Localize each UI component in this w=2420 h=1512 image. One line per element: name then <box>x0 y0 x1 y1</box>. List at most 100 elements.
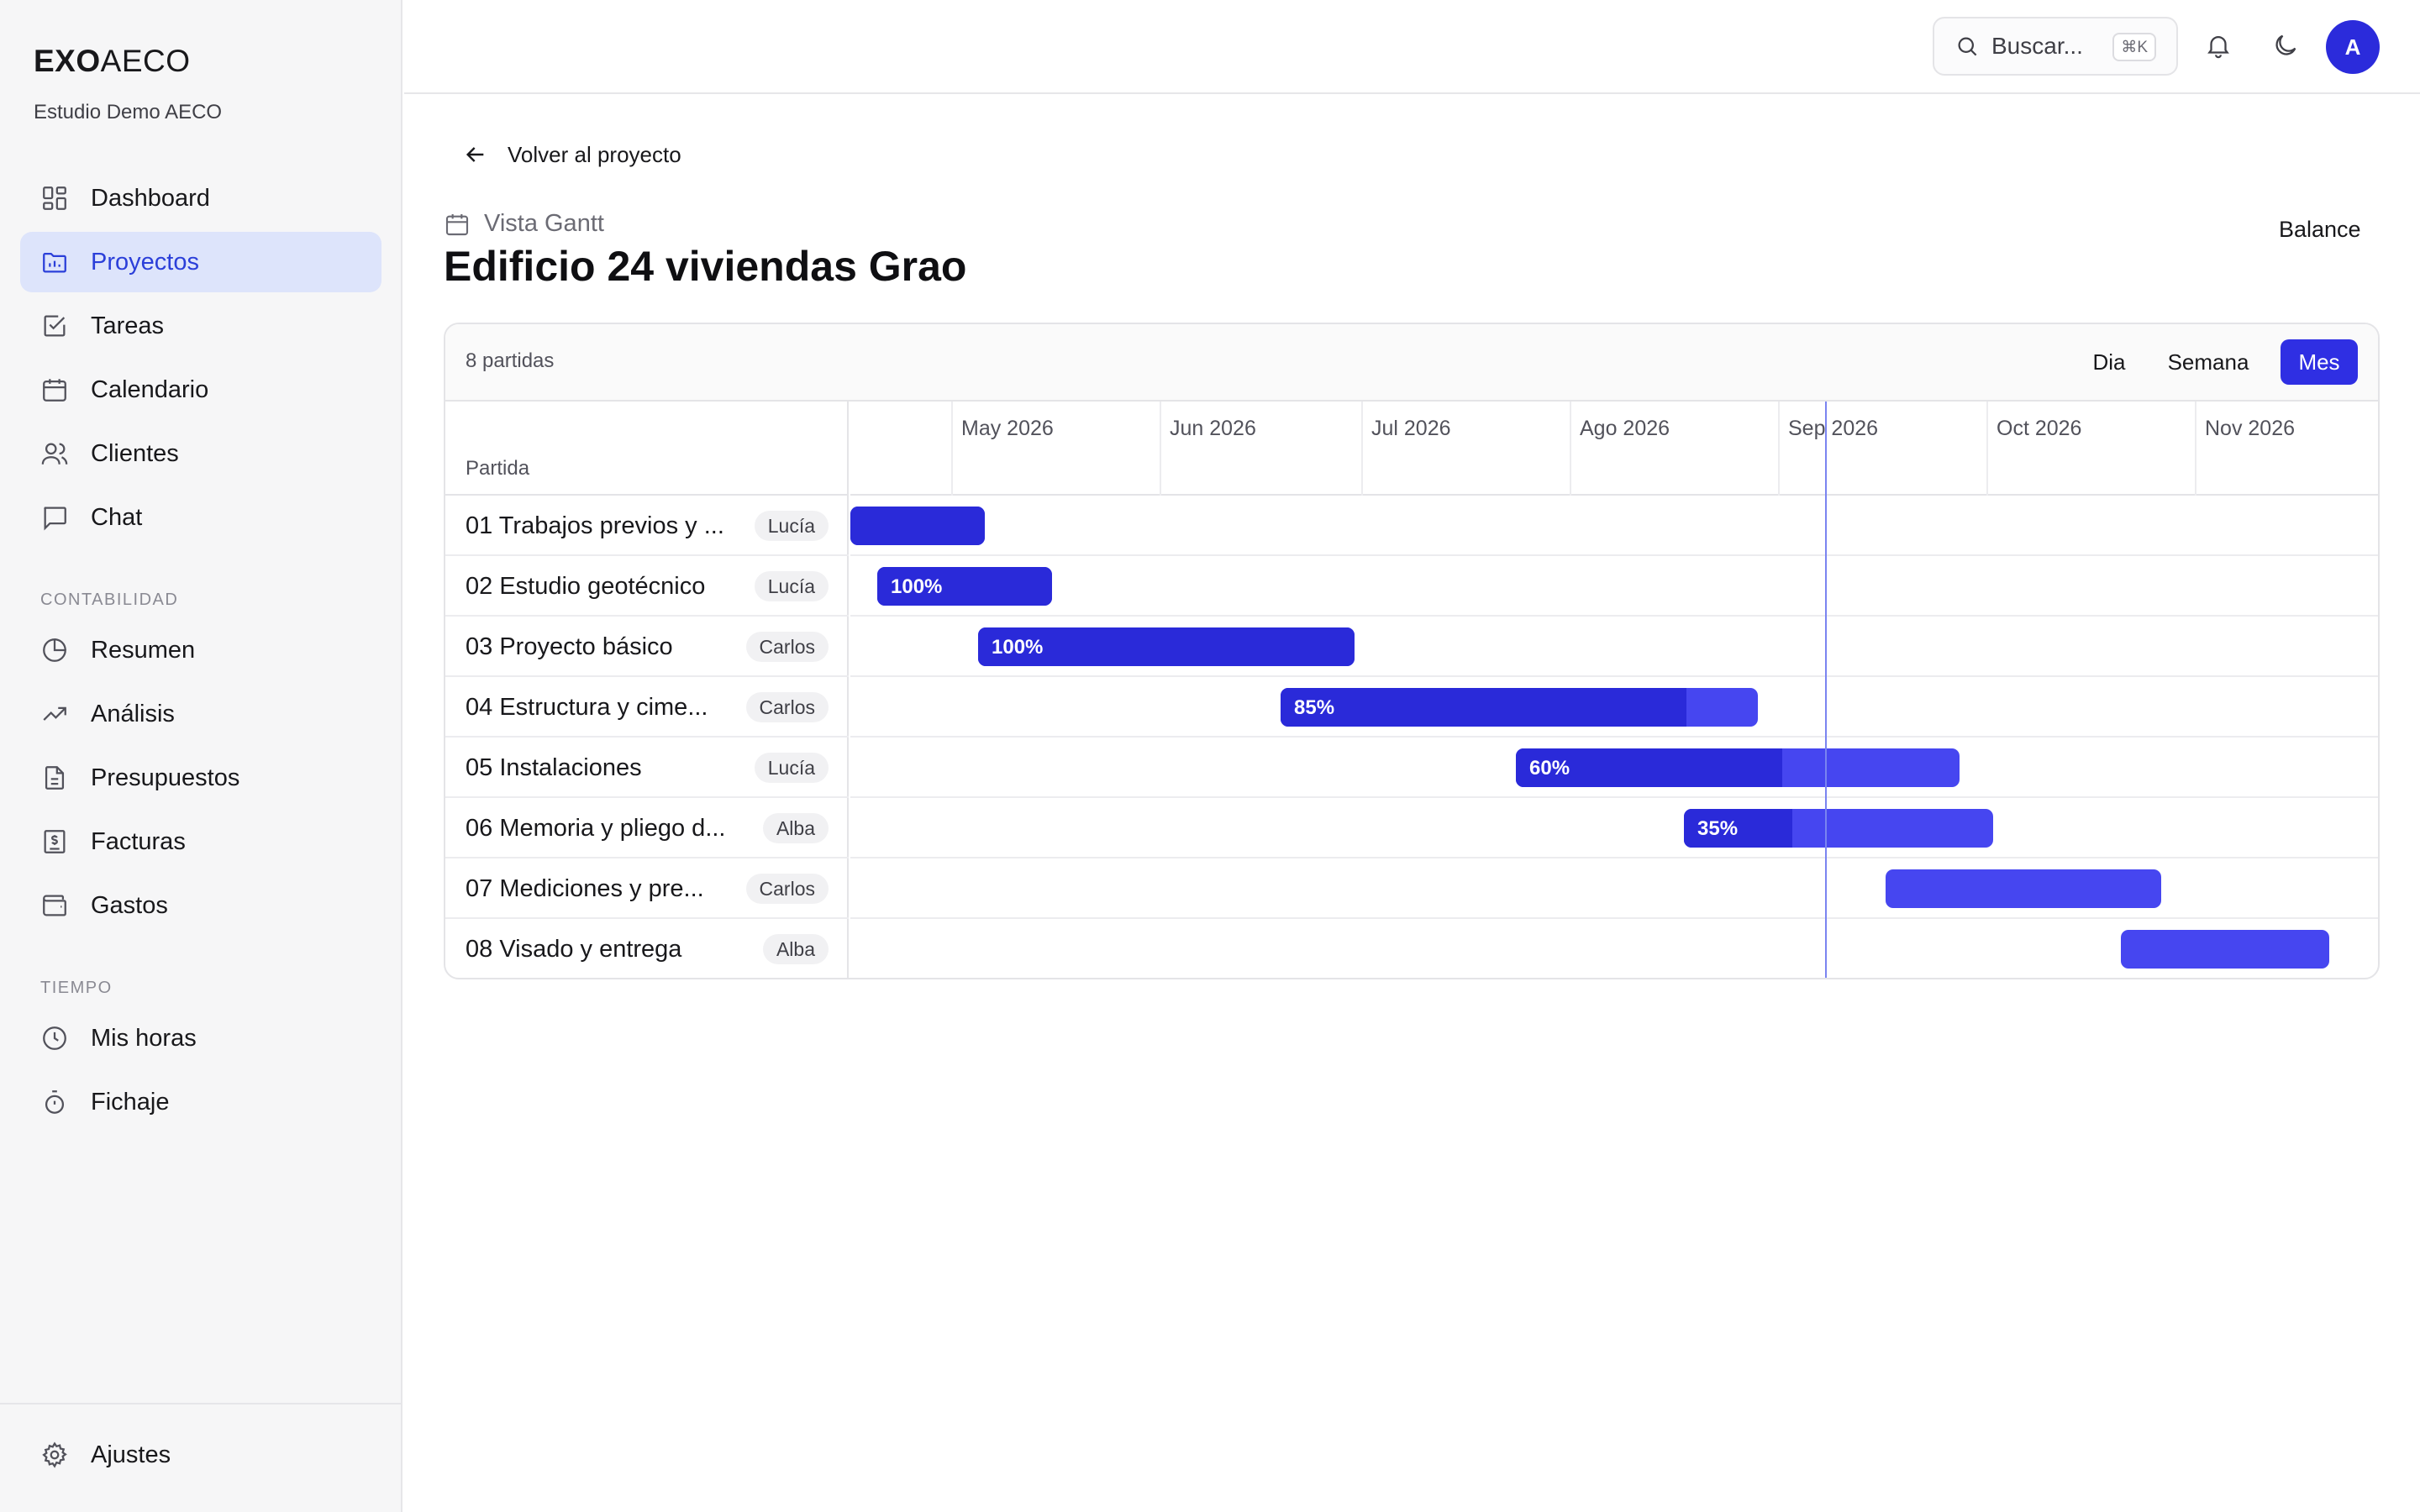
back-label: Volver al proyecto <box>508 141 681 167</box>
folder-chart-icon <box>40 248 69 276</box>
gantt-bar[interactable]: 85% <box>1281 688 1758 727</box>
timeline-row: 60% <box>850 738 2378 798</box>
month-column-jun-2026: Jun 2026 <box>1160 402 1361 496</box>
gantt-bar[interactable]: 100% <box>978 627 1355 666</box>
sidebar-item-chat[interactable]: Chat <box>20 487 381 548</box>
sidebar-item-proyectos[interactable]: Proyectos <box>20 232 381 292</box>
sidebar-item-tareas[interactable]: Tareas <box>20 296 381 356</box>
users-icon <box>40 439 69 468</box>
assignee-badge: Carlos <box>745 632 829 662</box>
sidebar-item-label: Clientes <box>91 439 179 467</box>
dashboard-icon <box>40 184 69 213</box>
partida-row[interactable]: 06 Memoria y pliego d... Alba <box>445 798 849 858</box>
sidebar-item-calendario[interactable]: Calendario <box>20 360 381 420</box>
gantt-bar[interactable] <box>850 507 985 545</box>
timeline-row: 35% <box>850 798 2378 858</box>
partida-name: 07 Mediciones y pre... <box>466 875 704 902</box>
timeline-row: 100% <box>850 556 2378 617</box>
theme-toggle-button[interactable] <box>2269 29 2302 62</box>
timeline-row: 100% <box>850 617 2378 677</box>
partida-name: 04 Estructura y cime... <box>466 694 708 721</box>
calendar-icon <box>445 213 469 235</box>
partida-name: 01 Trabajos previos y ... <box>466 512 724 539</box>
partida-row[interactable]: 07 Mediciones y pre... Carlos <box>445 858 849 919</box>
timeline-row: 85% <box>850 677 2378 738</box>
sidebar-item-mis-horas[interactable]: Mis horas <box>20 1008 381 1068</box>
sidebar-item-label: Resumen <box>91 636 196 664</box>
sidebar-item-gastos[interactable]: Gastos <box>20 875 381 936</box>
partida-row[interactable]: 08 Visado y entrega Alba <box>445 919 849 978</box>
timeline-row <box>850 919 2378 978</box>
view-dia-button[interactable]: Dia <box>2082 339 2136 385</box>
view-semana-button[interactable]: Semana <box>2158 339 2259 385</box>
sidebar-item-fichaje[interactable]: Fichaje <box>20 1072 381 1132</box>
month-label: Jun 2026 <box>1170 417 1256 440</box>
sidebar-item-ajustes[interactable]: Ajustes <box>20 1425 381 1485</box>
today-marker <box>1825 402 1827 978</box>
sidebar-item-label: Calendario <box>91 375 209 403</box>
section-label-contabilidad: CONTABILIDAD <box>40 591 179 609</box>
assignee-badge: Lucía <box>754 511 829 541</box>
bell-icon <box>2207 36 2229 59</box>
sidebar-item-dashboard[interactable]: Dashboard <box>20 168 381 228</box>
partida-row[interactable]: 03 Proyecto básico Carlos <box>445 617 849 677</box>
partida-row[interactable]: 04 Estructura y cime... Carlos <box>445 677 849 738</box>
gantt-bar-percent: 60% <box>1529 757 1570 780</box>
partida-row[interactable]: 05 Instalaciones Lucía <box>445 738 849 798</box>
sidebar-item-resumen[interactable]: Resumen <box>20 620 381 680</box>
month-column-sep-2026: Sep 2026 <box>1778 402 1986 496</box>
partida-row[interactable]: 01 Trabajos previos y ... Lucía <box>445 496 849 556</box>
sidebar-item-analisis[interactable]: Análisis <box>20 684 381 744</box>
assignee-badge: Lucía <box>754 753 829 783</box>
month-column-oct-2026: Oct 2026 <box>1986 402 2195 496</box>
section-label-tiempo: TIEMPO <box>40 979 113 997</box>
user-avatar[interactable]: A <box>2326 20 2380 74</box>
month-header: May 2026 Jun 2026 Jul 2026 Ago 2026 Sep 2026… <box>850 402 2378 496</box>
view-mes-button[interactable]: Mes <box>2281 339 2358 385</box>
sidebar-item-label: Análisis <box>91 700 175 727</box>
month-label: Ago 2026 <box>1580 417 1670 440</box>
gear-icon <box>40 1441 69 1469</box>
checkbox-icon <box>40 312 69 340</box>
month-label: Nov 2026 <box>2205 417 2296 440</box>
sidebar-item-label: Ajustes <box>91 1441 171 1468</box>
gantt-bar-progress <box>850 507 985 545</box>
sidebar-item-presupuestos[interactable]: Presupuestos <box>20 748 381 808</box>
month-column-nov-2026: Nov 2026 <box>2195 402 2378 496</box>
arrow-left-icon <box>466 147 484 162</box>
search-placeholder: Buscar... <box>1991 33 2083 59</box>
assignee-badge: Alba <box>762 934 829 964</box>
partidas-column: Partida 01 Trabajos previos y ... Lucía 02… <box>445 402 849 978</box>
month-column-jul-2026: Jul 2026 <box>1361 402 1570 496</box>
column-header-label: Partida <box>466 457 530 480</box>
sidebar-item-facturas[interactable]: Facturas <box>20 811 381 872</box>
assignee-badge: Carlos <box>745 874 829 904</box>
search-icon <box>1958 37 1977 56</box>
sidebar-item-label: Fichaje <box>91 1088 170 1116</box>
gantt-bar[interactable]: 60% <box>1516 748 1960 787</box>
sidebar-item-clientes[interactable]: Clientes <box>20 423 381 484</box>
organization-name: Estudio Demo AECO <box>34 101 223 123</box>
wallet-icon <box>40 891 69 920</box>
gantt-bar-percent: 85% <box>1294 696 1335 719</box>
gantt-bar[interactable]: 100% <box>877 567 1052 606</box>
gantt-bar[interactable]: 35% <box>1684 809 1993 848</box>
search-input[interactable]: Buscar... ⌘K <box>1933 17 2178 76</box>
back-to-project-link[interactable]: Volver al proyecto <box>462 141 681 168</box>
timeline-row <box>850 858 2378 919</box>
gantt-bar[interactable] <box>1886 869 2161 908</box>
timeline-row <box>850 496 2378 556</box>
balance-button[interactable]: Balance <box>2279 217 2361 243</box>
sidebar: EXOAECO Estudio Demo AECO Dashboard Proy… <box>0 0 402 1512</box>
brand-logo[interactable]: EXOAECO <box>34 44 191 79</box>
assignee-badge: Lucía <box>754 571 829 601</box>
sidebar-item-label: Facturas <box>91 827 186 855</box>
partida-row[interactable]: 02 Estudio geotécnico Lucía <box>445 556 849 617</box>
notifications-button[interactable] <box>2202 29 2235 62</box>
month-column-ago-2026: Ago 2026 <box>1570 402 1778 496</box>
partida-name: 03 Proyecto básico <box>466 633 673 660</box>
document-icon <box>40 764 69 792</box>
sidebar-item-label: Gastos <box>91 891 168 919</box>
gantt-bar-percent: 35% <box>1697 817 1739 840</box>
gantt-bar[interactable] <box>2121 930 2329 969</box>
